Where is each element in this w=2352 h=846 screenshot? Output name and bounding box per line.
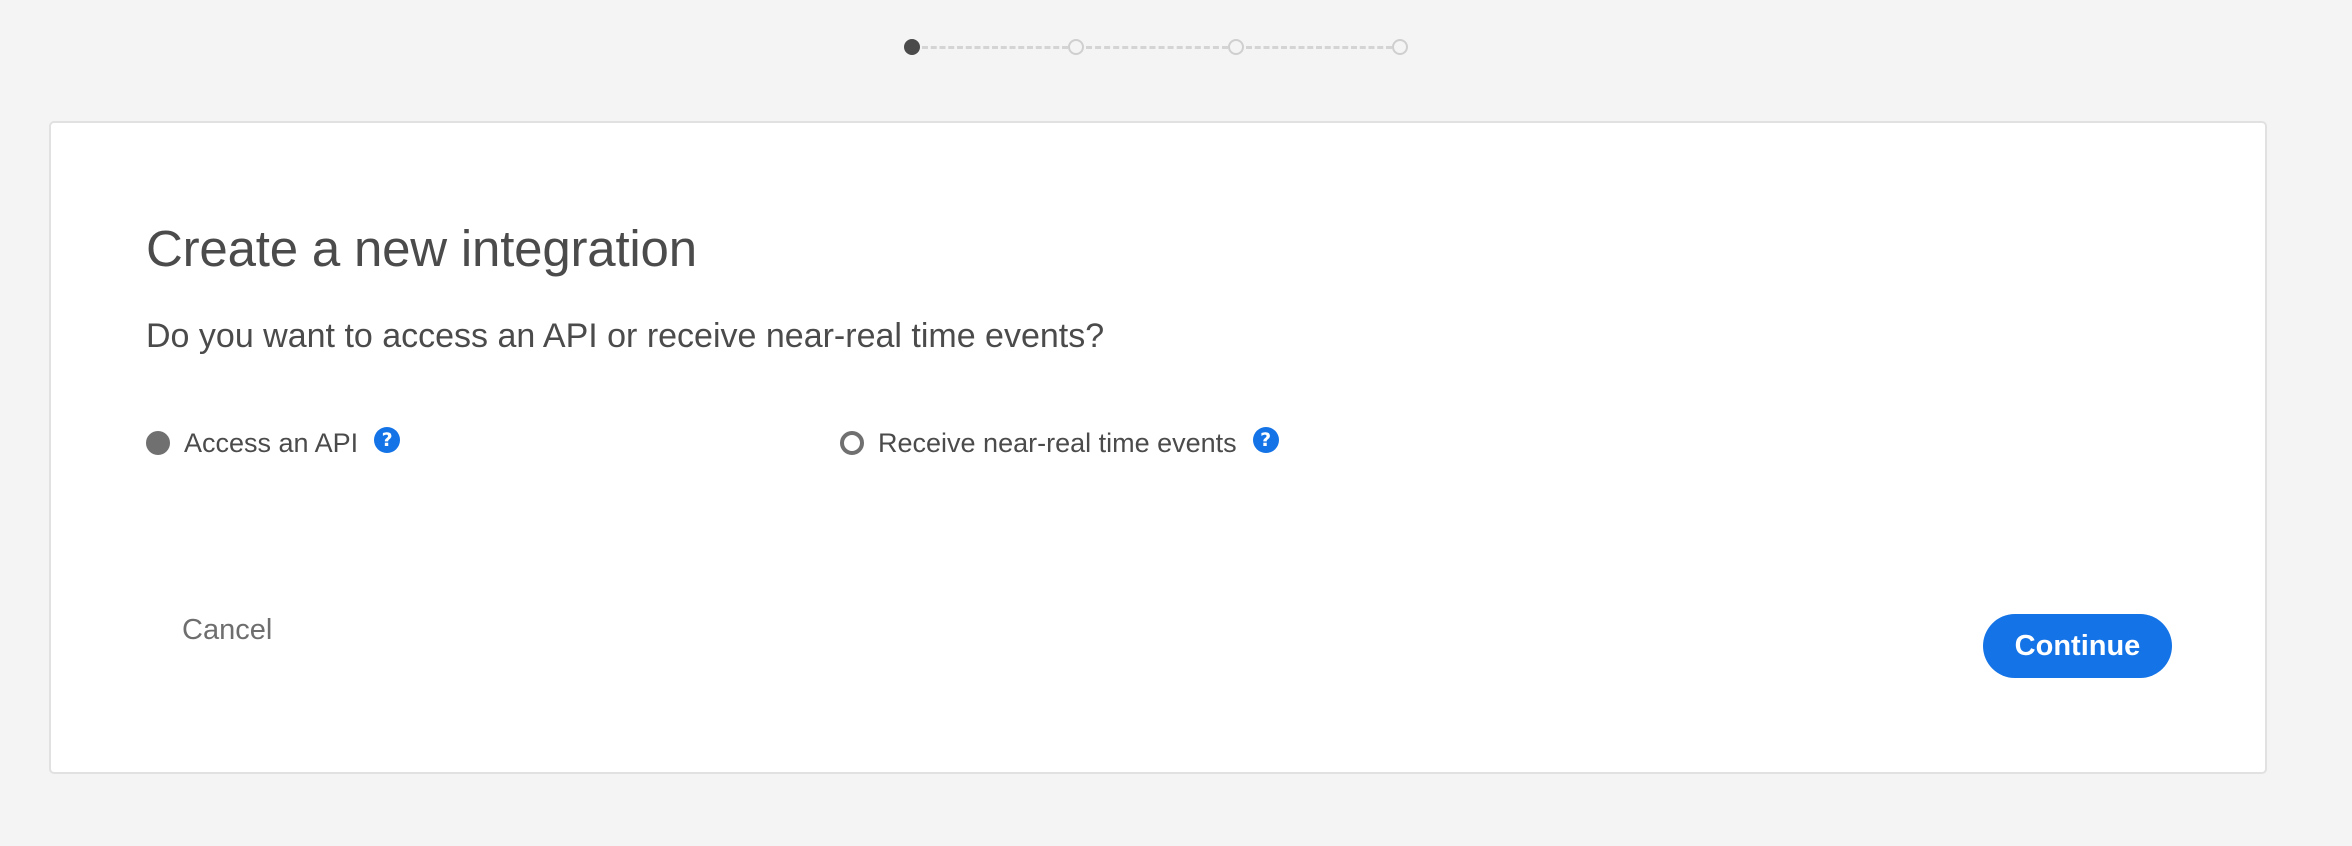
stepper-connector bbox=[1086, 46, 1228, 49]
integration-type-question: Do you want to access an API or receive … bbox=[146, 317, 1105, 355]
question-circle-icon[interactable]: ? bbox=[374, 427, 401, 453]
step-3-dot bbox=[1228, 39, 1244, 55]
step-4-dot bbox=[1392, 39, 1408, 55]
receive-events-label: Receive near-real time events bbox=[878, 427, 1237, 458]
option-receive-events[interactable]: Receive near-real time events ? bbox=[840, 425, 1279, 461]
step-1-dot bbox=[904, 39, 920, 55]
stepper-connector bbox=[922, 46, 1068, 49]
continue-button[interactable]: Continue bbox=[1983, 614, 2172, 678]
question-circle-icon[interactable]: ? bbox=[1252, 427, 1279, 453]
cancel-button[interactable]: Cancel bbox=[182, 614, 272, 647]
access-api-label: Access an API bbox=[184, 427, 359, 458]
stepper-connector bbox=[1246, 46, 1392, 49]
integration-card: Create a new integration Do you want to … bbox=[49, 121, 2267, 774]
step-2-dot bbox=[1068, 39, 1084, 55]
option-access-api[interactable]: Access an API ? bbox=[146, 425, 401, 461]
page-title: Create a new integration bbox=[146, 220, 697, 277]
access-api-radio[interactable] bbox=[146, 431, 170, 455]
receive-events-radio[interactable] bbox=[840, 431, 864, 455]
progress-stepper bbox=[904, 37, 1416, 59]
